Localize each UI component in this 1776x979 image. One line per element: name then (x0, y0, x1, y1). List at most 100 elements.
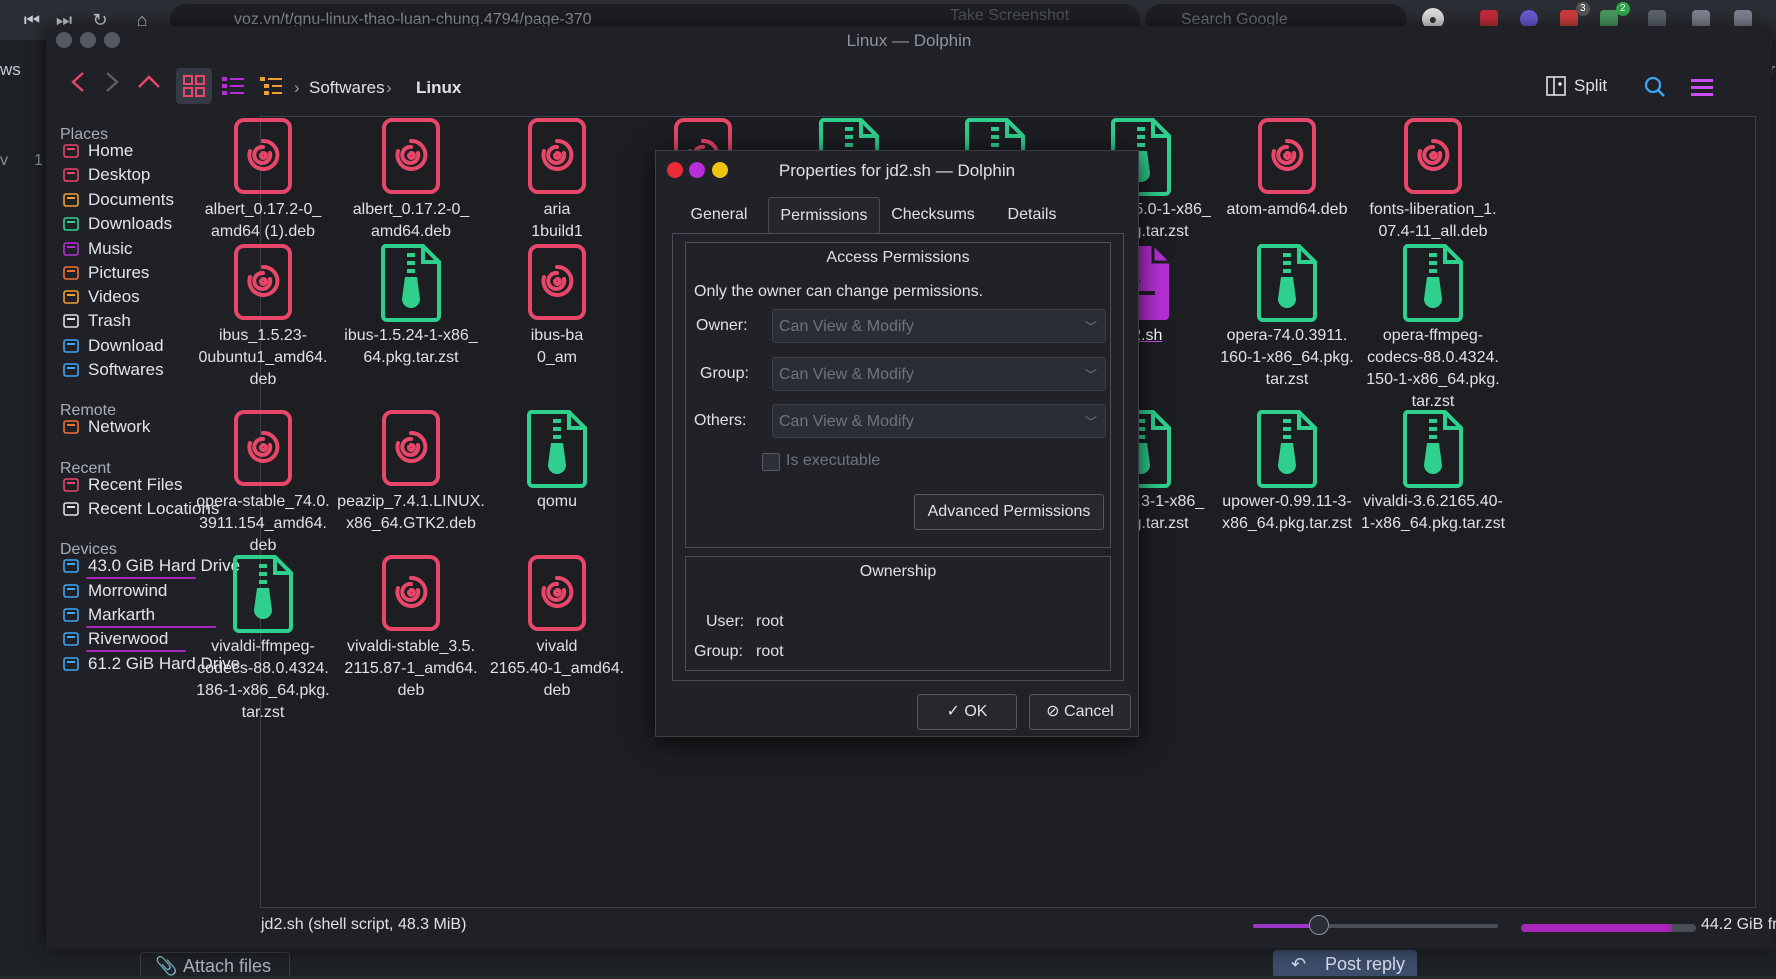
downloads-icon (62, 215, 80, 233)
file-name: aria 1build1 (531, 201, 583, 240)
file-item[interactable]: upower-0.99.11-3- x86_64.pkg.tar.zst (1207, 409, 1367, 535)
debian-package-icon (525, 554, 589, 634)
file-name: peazip_7.4.1.LINUX. x86_64.GTK2.deb (337, 493, 485, 532)
file-item[interactable]: albert_0.17.2-0_ amd64 (1).deb (183, 117, 343, 243)
recent-files-icon (62, 476, 80, 494)
page-fragment: ws (0, 60, 21, 79)
owner-note: Only the owner can change permissions. (694, 283, 984, 300)
forward-icon (106, 72, 119, 92)
first-page-icon[interactable]: ⏮ (20, 8, 44, 32)
attach-files-button[interactable]: 📎 Attach files (140, 952, 290, 976)
is-executable-checkbox[interactable] (762, 453, 780, 471)
others-permission-select[interactable]: Can View & Modify ﹀ (772, 404, 1106, 438)
up-icon (138, 75, 160, 88)
archive-icon (231, 554, 295, 634)
search-button[interactable] (1644, 76, 1666, 98)
file-item[interactable]: qomu (477, 409, 637, 513)
cancel-button[interactable]: ⊘ Cancel (1029, 694, 1131, 730)
tab-general[interactable]: General (673, 197, 765, 233)
is-executable-label: Is executable (786, 452, 881, 469)
tab-details[interactable]: Details (989, 197, 1075, 233)
compact-view-button[interactable] (218, 68, 248, 104)
file-item[interactable]: opera-ffmpeg- codecs-88.0.4324. 150-1-x8… (1353, 243, 1513, 413)
debian-package-icon (231, 409, 295, 489)
tab-permissions[interactable]: Permissions (768, 197, 880, 234)
file-name: vivaldi-ffmpeg- codecs-88.0.4324. 186-1-… (196, 638, 330, 721)
file-name: albert_0.17.2-0_ amd64.deb (352, 201, 470, 240)
file-item[interactable]: peazip_7.4.1.LINUX. x86_64.GTK2.deb (331, 409, 491, 535)
zoom-slider-handle[interactable] (1309, 915, 1330, 935)
file-item[interactable]: vivaldi-3.6.2165.40- 1-x86_64.pkg.tar.zs… (1353, 409, 1513, 535)
owner-permission-select[interactable]: Can View & Modify ﹀ (772, 309, 1106, 343)
main-toolbar: › Softwares › Linux Split (46, 58, 1772, 112)
trash-icon (62, 312, 80, 330)
file-name: fonts-liberation_1. 07.4-11_all.deb (1369, 201, 1497, 240)
group-owner-value: root (756, 643, 784, 660)
access-permissions-group: Access Permissions Only the owner can ch… (685, 242, 1111, 548)
debian-package-icon (379, 554, 443, 634)
file-item[interactable]: atom-amd64.deb (1207, 117, 1367, 221)
zoom-slider[interactable] (1253, 915, 1498, 935)
hamburger-menu-button[interactable] (1690, 76, 1714, 98)
drive-icon (62, 557, 80, 575)
pictures-icon (62, 264, 80, 282)
file-item[interactable]: opera-74.0.3911. 160-1-x86_64.pkg. tar.z… (1207, 243, 1367, 391)
archive-icon (1401, 243, 1465, 323)
breadcrumb-item-softwares[interactable]: Softwares (309, 78, 385, 98)
owner-label: Owner: (696, 317, 748, 334)
file-name: vivaldi-stable_3.5. 2115.87-1_amd64. deb (344, 638, 478, 699)
chevron-down-icon: ﹀ (1084, 368, 1097, 382)
extension-badge: 3 (1576, 2, 1590, 16)
forward-button[interactable] (100, 68, 124, 104)
tab-checksums[interactable]: Checksums (881, 197, 985, 233)
icons-view-button[interactable] (176, 68, 212, 104)
file-item[interactable]: vivald 2165.40-1_amd64. deb (477, 554, 637, 702)
file-name: ibus-1.5.24-1-x86_ 64.pkg.tar.zst (344, 327, 478, 366)
properties-dialog: Properties for jd2.sh — Dolphin General … (655, 150, 1139, 737)
debian-package-icon (1255, 117, 1319, 197)
breadcrumb-item-linux[interactable]: Linux (416, 78, 461, 98)
file-item[interactable]: ibus-1.5.24-1-x86_ 64.pkg.tar.zst (331, 243, 491, 369)
file-item[interactable]: ibus-ba 0_am (477, 243, 637, 369)
sidebar-item-label: Network (88, 417, 151, 436)
file-item[interactable]: vivaldi-stable_3.5. 2115.87-1_amd64. deb (331, 554, 491, 702)
sidebar-item-label: Videos (88, 287, 140, 306)
file-name: ibus-ba 0_am (530, 327, 584, 366)
ok-button[interactable]: ✓ OK (917, 694, 1017, 730)
free-space-bar (1521, 924, 1696, 932)
file-name: albert_0.17.2-0_ amd64 (1).deb (204, 201, 322, 240)
network-icon (62, 418, 80, 436)
cancel-icon: ⊘ (1046, 703, 1065, 720)
split-button[interactable]: Split (1546, 68, 1626, 104)
ownership-heading: Ownership (859, 563, 937, 580)
file-item[interactable]: ibus_1.5.23- 0ubuntu1_amd64. deb (183, 243, 343, 391)
file-item[interactable]: albert_0.17.2-0_ amd64.deb (331, 117, 491, 243)
details-view-button[interactable] (256, 68, 286, 104)
home-icon (62, 142, 80, 160)
file-name: qomu (536, 493, 578, 510)
back-button[interactable] (66, 68, 90, 104)
post-reply-button[interactable]: ↶ Post reply (1273, 950, 1417, 976)
list-view-icon (222, 77, 244, 95)
sidebar-item-label: Desktop (88, 165, 151, 184)
file-item[interactable]: opera-stable_74.0. 3911.154_amd64. deb (183, 409, 343, 557)
check-icon: ✓ (946, 703, 965, 720)
up-button[interactable] (136, 68, 162, 104)
ownership-group: Ownership User: root Group: root (685, 556, 1111, 671)
file-item[interactable]: fonts-liberation_1. 07.4-11_all.deb (1353, 117, 1513, 243)
page-fragment: v (0, 152, 8, 169)
advanced-permissions-button[interactable]: Advanced Permissions (914, 494, 1104, 530)
window-title: Linux — Dolphin (846, 31, 972, 50)
reply-icon: ↶ (1291, 954, 1307, 974)
paperclip-icon: 📎 (155, 956, 178, 976)
file-item[interactable]: vivaldi-ffmpeg- codecs-88.0.4324. 186-1-… (183, 554, 343, 724)
status-bar: jd2.sh (shell script, 48.3 MiB) (46, 910, 1772, 940)
folder-icon (62, 337, 80, 355)
window-titlebar: Linux — Dolphin (46, 26, 1772, 58)
sidebar-item-label: Downloads (88, 214, 173, 233)
sidebar-item-label: Riverwood (88, 629, 169, 648)
sidebar-item-label: Documents (88, 190, 174, 209)
user-value: root (756, 613, 784, 630)
group-permission-select[interactable]: Can View & Modify ﹀ (772, 357, 1106, 391)
file-item[interactable]: aria 1build1 (477, 117, 637, 243)
